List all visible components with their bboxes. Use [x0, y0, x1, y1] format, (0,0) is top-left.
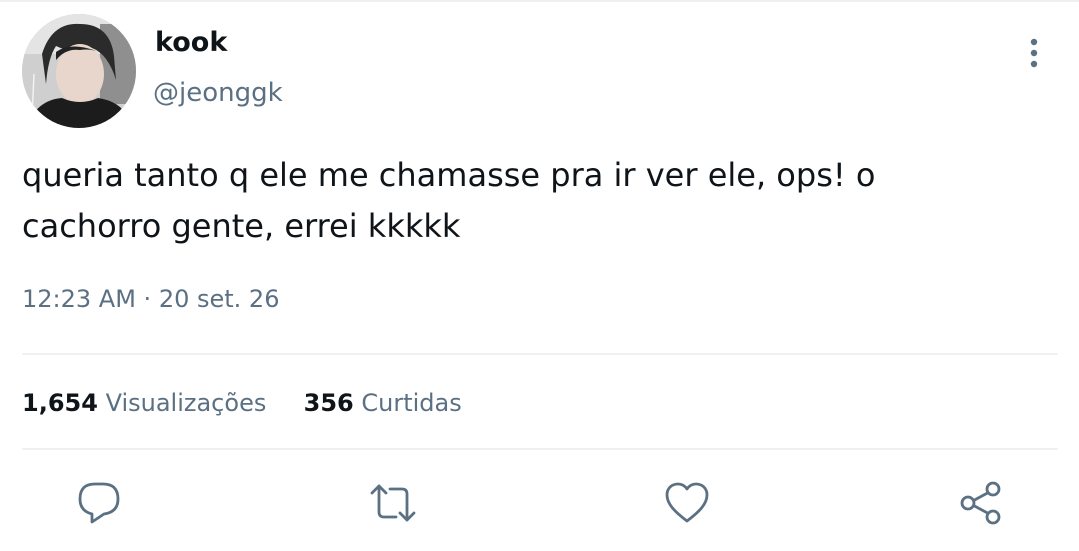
- tweet-stats: 1,654 Visualizações 356 Curtidas: [22, 386, 462, 420]
- reply-icon: [78, 482, 120, 524]
- tweet-text: queria tanto q ele me chamasse pra ir ve…: [22, 156, 876, 245]
- share-icon: [960, 481, 1001, 525]
- retweet-icon: [370, 484, 416, 522]
- likes-label[interactable]: Curtidas: [361, 389, 461, 417]
- divider: [22, 353, 1058, 355]
- retweet-button[interactable]: [368, 478, 418, 528]
- more-options-button[interactable]: [1014, 34, 1054, 74]
- more-vertical-icon: [1030, 38, 1038, 68]
- top-divider: [0, 0, 1079, 2]
- heart-icon: [665, 482, 709, 523]
- views-count[interactable]: 1,654: [22, 389, 98, 417]
- share-button[interactable]: [956, 478, 1006, 528]
- likes-count[interactable]: 356: [304, 389, 354, 417]
- like-button[interactable]: [662, 478, 712, 528]
- author-handle[interactable]: @jeonggk: [153, 76, 283, 110]
- views-label[interactable]: Visualizações: [106, 389, 267, 417]
- divider: [22, 448, 1058, 450]
- reply-button[interactable]: [74, 478, 124, 528]
- author-display-name[interactable]: kook: [155, 26, 227, 60]
- tweet-date: 20 set. 26: [158, 285, 280, 313]
- avatar[interactable]: [22, 14, 136, 128]
- tweet-timestamp[interactable]: 12:23 AM · 20 set. 26: [22, 282, 279, 316]
- tweet-time: 12:23 AM: [22, 285, 136, 313]
- avatar-photo: [22, 14, 136, 128]
